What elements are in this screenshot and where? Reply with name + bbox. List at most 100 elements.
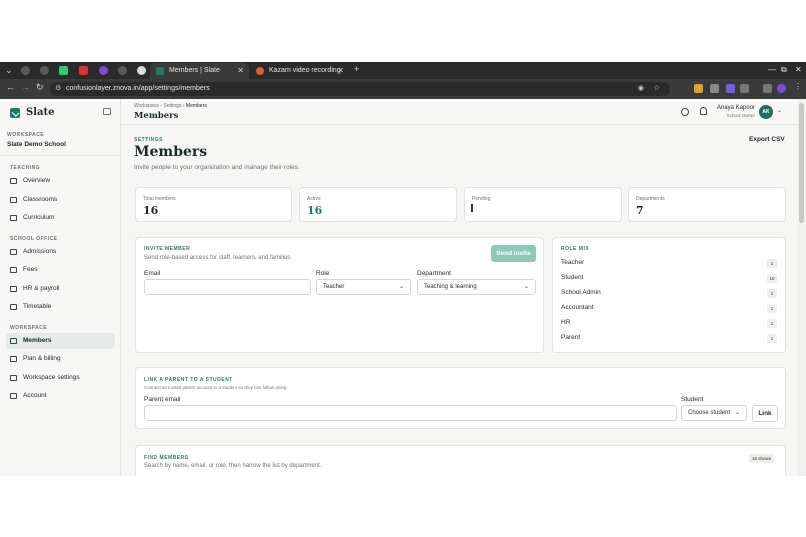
role-row-teacher: Teacher 1 [561, 259, 777, 274]
sidebar-item-hr-payroll[interactable]: HR & payroll [6, 281, 115, 297]
sidebar-item-fees[interactable]: Fees [6, 262, 115, 278]
back-arrow-icon[interactable]: ← [6, 82, 15, 92]
sidebar-toggle-icon[interactable] [763, 84, 772, 93]
tab-kazam[interactable]: Kazam video recording ✕ [250, 63, 349, 79]
sidebar-item-workspace-settings[interactable]: Workspace settings [6, 370, 115, 386]
sidebar-item-label: Plan & billing [23, 355, 61, 362]
search-icon[interactable] [681, 108, 689, 116]
avatar[interactable]: AK [759, 105, 773, 119]
send-invite-button[interactable]: Send invite [491, 245, 536, 262]
breadcrumb-settings[interactable]: Settings [163, 103, 181, 109]
link-parent-card: LINK A PARENT TO A STUDENT Connect an in… [135, 367, 786, 429]
profile-icon[interactable] [777, 84, 786, 93]
tab-members[interactable]: Members | Slate ✕ [150, 63, 249, 79]
pinned-tab-icon[interactable] [99, 66, 108, 75]
role-mix-card: ROLE MIX Teacher 1 Student 10 School Admin… [552, 237, 786, 353]
sidebar-item-members[interactable]: Members [6, 333, 115, 349]
app-logo[interactable]: Slate [10, 107, 54, 118]
github-icon[interactable] [137, 66, 146, 75]
sidebar-item-label: Workspace settings [23, 374, 80, 381]
app-window: Slate WORKSPACE Slate Demo School TEACHI… [0, 99, 806, 476]
sidebar-item-label: Overview [23, 177, 51, 184]
tab-menu-icon[interactable]: ⌄ [5, 65, 13, 76]
sidebar-item-admissions[interactable]: Admissions [6, 244, 115, 260]
sidebar-item-curriculum[interactable]: Curriculum [6, 210, 115, 226]
sidebar-item-plan-billing[interactable]: Plan & billing [6, 351, 115, 367]
sidebar-item-timetable[interactable]: Timetable [6, 299, 115, 315]
breadcrumb-members: Members [185, 103, 207, 109]
page-eyebrow: SETTINGS [134, 137, 164, 143]
role-list: Teacher 1 Student 10 School Admin 1 Account… [561, 259, 777, 349]
find-members-eyebrow: FIND MEMBERS [144, 455, 189, 461]
role-row-school-admin: School Admin 1 [561, 289, 777, 304]
extension-icon[interactable] [710, 84, 719, 93]
minimize-icon[interactable]: — [768, 65, 776, 74]
invite-eyebrow: INVITE MEMBER [144, 246, 191, 252]
sidebar-item-label: Admissions [23, 248, 57, 255]
extensions-puzzle-icon[interactable] [740, 84, 749, 93]
role-value: Teacher [323, 284, 345, 290]
close-icon[interactable]: ✕ [337, 63, 344, 79]
find-members-subtitle: Search by name, email, or role, then nar… [144, 463, 322, 469]
role-row-hr: HR 1 [561, 319, 777, 334]
student-select[interactable]: Choose student ⌄ [681, 405, 747, 421]
reload-icon[interactable]: ↻ [36, 82, 44, 93]
role-row-parent: Parent 1 [561, 334, 777, 349]
section-title-teaching: TEACHING [10, 165, 41, 171]
scroll-thumb[interactable] [799, 103, 804, 223]
account-icon [10, 393, 17, 399]
user-name[interactable]: Anaya Kapoor [711, 105, 755, 111]
text-cursor-icon [471, 204, 473, 212]
classrooms-icon [10, 197, 17, 203]
pinned-tab-icon[interactable] [21, 66, 30, 75]
sidebar-item-overview[interactable]: Overview [6, 173, 115, 189]
role-mix-eyebrow: ROLE MIX [561, 246, 590, 252]
role-select[interactable]: Teacher ⌄ [316, 279, 411, 295]
department-select[interactable]: Teaching & learning ⌄ [417, 279, 536, 295]
sidebar-item-classrooms[interactable]: Classrooms [6, 192, 115, 208]
role-label: Role [316, 270, 330, 277]
stat-label: Departments [636, 196, 665, 202]
address-bar[interactable]: ⚙ confusionlayer.znova.in/app/settings/m… [50, 82, 670, 96]
close-window-icon[interactable]: ✕ [795, 65, 802, 74]
close-icon[interactable]: ✕ [237, 63, 244, 79]
scrollbar[interactable] [798, 99, 806, 476]
settings-icon [10, 375, 17, 381]
bookmark-star-icon[interactable]: ☆ [654, 82, 660, 96]
stat-value: 16 [143, 204, 159, 217]
maximize-icon[interactable]: ⧉ [781, 65, 787, 75]
slate-logo-icon [10, 107, 20, 118]
main-content: Workspace › Settings › Members Members A… [121, 99, 798, 476]
forward-arrow-icon[interactable]: → [21, 82, 30, 92]
notification-bell-icon[interactable] [700, 107, 707, 115]
breadcrumb-workspace[interactable]: Workspace [134, 103, 159, 109]
collapse-sidebar-icon[interactable] [103, 108, 111, 115]
workspace-name[interactable]: Slate Demo School [7, 141, 66, 148]
invite-subtitle: Send role-based access for staff, learne… [144, 255, 292, 261]
role-count-badge: 1 [767, 289, 777, 298]
browser-menu-icon[interactable]: ⋮ [794, 82, 802, 91]
email-field[interactable] [144, 279, 311, 295]
role-count-badge: 1 [767, 319, 777, 328]
pinned-tab-icon[interactable] [118, 66, 127, 75]
export-csv-button[interactable]: Export CSV [749, 136, 785, 143]
tab-title: Members | Slate [169, 67, 220, 74]
pinned-tab-icon[interactable] [59, 66, 68, 75]
screen-margin-top [0, 0, 806, 62]
link-button[interactable]: Link [752, 405, 778, 422]
site-info-icon[interactable]: ⚙ [55, 82, 61, 96]
pinned-tab-icon[interactable] [40, 66, 49, 75]
role-name: Parent [561, 334, 581, 341]
role-count-badge: 1 [767, 304, 777, 313]
extension-icon[interactable] [694, 84, 703, 93]
sidebar-item-account[interactable]: Account [6, 388, 115, 404]
parent-email-field[interactable] [144, 405, 677, 421]
chevron-down-icon[interactable]: ⌄ [777, 107, 782, 114]
incognito-icon[interactable]: ◉ [638, 82, 644, 96]
sidebar-item-label: Account [23, 392, 47, 399]
extension-icon[interactable] [726, 84, 735, 93]
role-name: Accountant [561, 304, 594, 311]
email-label: Email [144, 270, 161, 277]
new-tab-button[interactable]: + [354, 64, 359, 74]
pinned-tab-icon[interactable] [79, 66, 88, 75]
